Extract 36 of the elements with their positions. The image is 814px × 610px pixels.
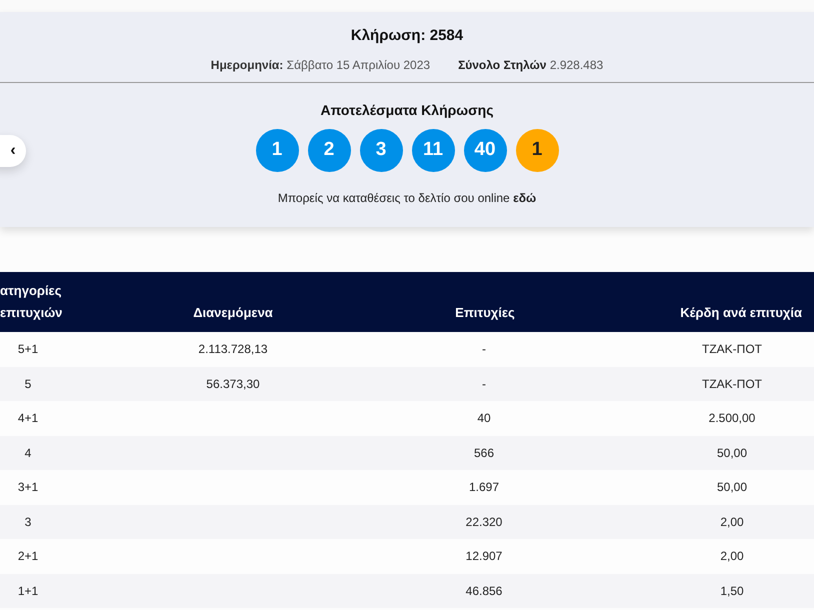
column-header: Διανεμόμενα xyxy=(193,305,273,320)
results-title: Αποτελέσματα Κλήρωσης xyxy=(320,101,494,120)
table-cell: 2.500,00 xyxy=(708,411,756,426)
table-cell: 1+1 xyxy=(18,584,38,598)
table-cell: - xyxy=(482,342,486,356)
table-cell: 40 xyxy=(477,411,491,426)
table-cell: 50,00 xyxy=(716,480,748,494)
table-cell: 3+1 xyxy=(18,480,38,494)
table-cell: 5+1 xyxy=(18,342,38,356)
table-cell: 46.856 xyxy=(466,584,502,598)
table-cell: 1.697 xyxy=(468,480,500,494)
column-header: Κέρδη ανά επιτυχία xyxy=(680,305,802,320)
table-cell: 56.373,30 xyxy=(206,376,260,391)
total-columns: Σύνολο Στηλών 2.928.483 xyxy=(458,56,604,74)
table-cell: 50,00 xyxy=(716,446,748,460)
table-cell: - xyxy=(482,376,486,391)
table-cell: 2.113.728,13 xyxy=(198,342,268,356)
table-cell: 1,50 xyxy=(720,584,744,598)
table-cell: 22.320 xyxy=(466,514,502,529)
table-cell: 12.907 xyxy=(466,549,502,564)
column-header: ατηγορίες επιτυχιών xyxy=(0,283,62,320)
table-cell: 4 xyxy=(24,446,32,460)
table-cell: ΤΖΑΚ-ΠΟΤ xyxy=(702,376,762,391)
table-cell: 2,00 xyxy=(720,549,744,564)
draw-title: Κλήρωση: 2584 xyxy=(350,26,464,46)
table-cell: 4+1 xyxy=(18,411,38,426)
table-cell: ΤΖΑΚ-ΠΟΤ xyxy=(702,342,762,356)
draw-date: Ημερομηνία: Σάββατο 15 Απριλίου 2023 xyxy=(210,56,430,74)
table-cell: 2,00 xyxy=(720,514,744,529)
table-cell: 566 xyxy=(474,446,494,460)
previous-button[interactable]: ‹ xyxy=(0,135,26,167)
table-cell: 2+1 xyxy=(18,549,38,564)
table-cell: 3 xyxy=(24,514,32,529)
online-note: Μπορείς να καταθέσεις το δελτίο σου online εδώ xyxy=(278,190,536,207)
column-header: Επιτυχίες xyxy=(455,305,515,320)
table-cell: 5 xyxy=(24,376,32,391)
